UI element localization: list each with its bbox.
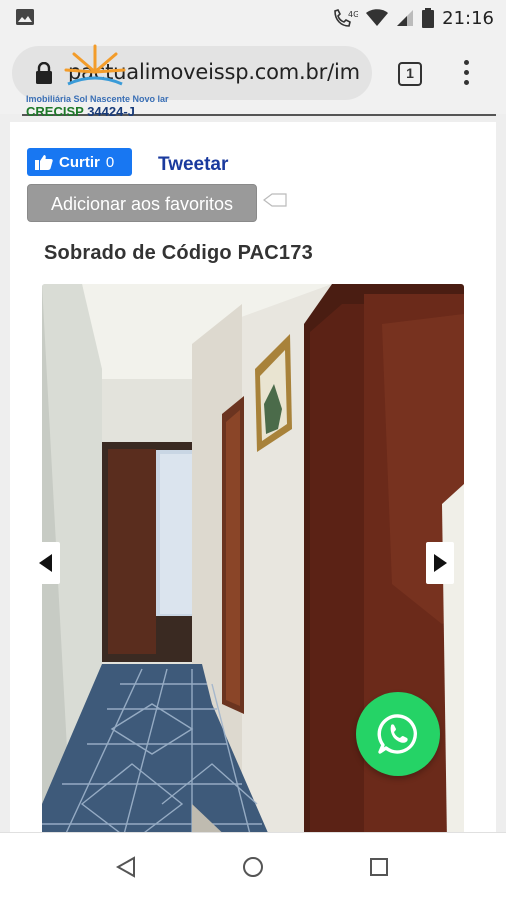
back-icon[interactable]: [114, 855, 138, 879]
triangle-right-icon: [434, 554, 447, 572]
sun-logo-icon: [64, 44, 126, 86]
menu-dots-icon[interactable]: [458, 60, 474, 88]
creci-label: CRECISP: [26, 104, 84, 119]
like-label: Curtir: [59, 153, 100, 171]
logo-tagline: Imobiliária Sol Nascente Novo lar: [26, 94, 169, 104]
status-bar: 4G 21:16: [0, 0, 506, 36]
whatsapp-icon: [377, 714, 417, 754]
add-favorites-button[interactable]: Adicionar aos favoritos: [27, 184, 257, 222]
network-label: 4G: [348, 10, 358, 19]
thumbs-up-icon: [35, 155, 53, 170]
whatsapp-button[interactable]: [356, 692, 440, 776]
carousel-next-button[interactable]: [426, 542, 454, 584]
creci-code: 34424-J: [87, 104, 135, 119]
battery-icon: [422, 8, 435, 28]
like-count: 0: [105, 153, 115, 171]
clock: 21:16: [442, 7, 494, 29]
page-background: Curtir 0 Tweetar Adicionar aos favoritos…: [0, 114, 506, 842]
wifi-icon: [366, 9, 389, 26]
lock-icon: [36, 62, 52, 84]
recents-icon[interactable]: [367, 855, 391, 879]
speech-bubble-icon: [263, 193, 287, 207]
tweet-link[interactable]: Tweetar: [158, 154, 228, 176]
home-icon[interactable]: [241, 855, 265, 879]
facebook-like-button[interactable]: Curtir 0: [27, 148, 132, 176]
tabs-button[interactable]: 1: [398, 62, 422, 86]
creci-badge: CRECISP 34424-J: [26, 104, 135, 119]
carousel-prev-button[interactable]: [32, 542, 60, 584]
triangle-left-icon: [39, 554, 52, 572]
system-nav-bar: [0, 832, 506, 900]
signal-icon: [397, 10, 414, 26]
image-icon: [16, 9, 34, 25]
status-icons: 4G 21:16: [332, 6, 494, 30]
listing-title: Sobrado de Código PAC173: [44, 242, 313, 264]
call-icon: 4G: [334, 9, 358, 27]
